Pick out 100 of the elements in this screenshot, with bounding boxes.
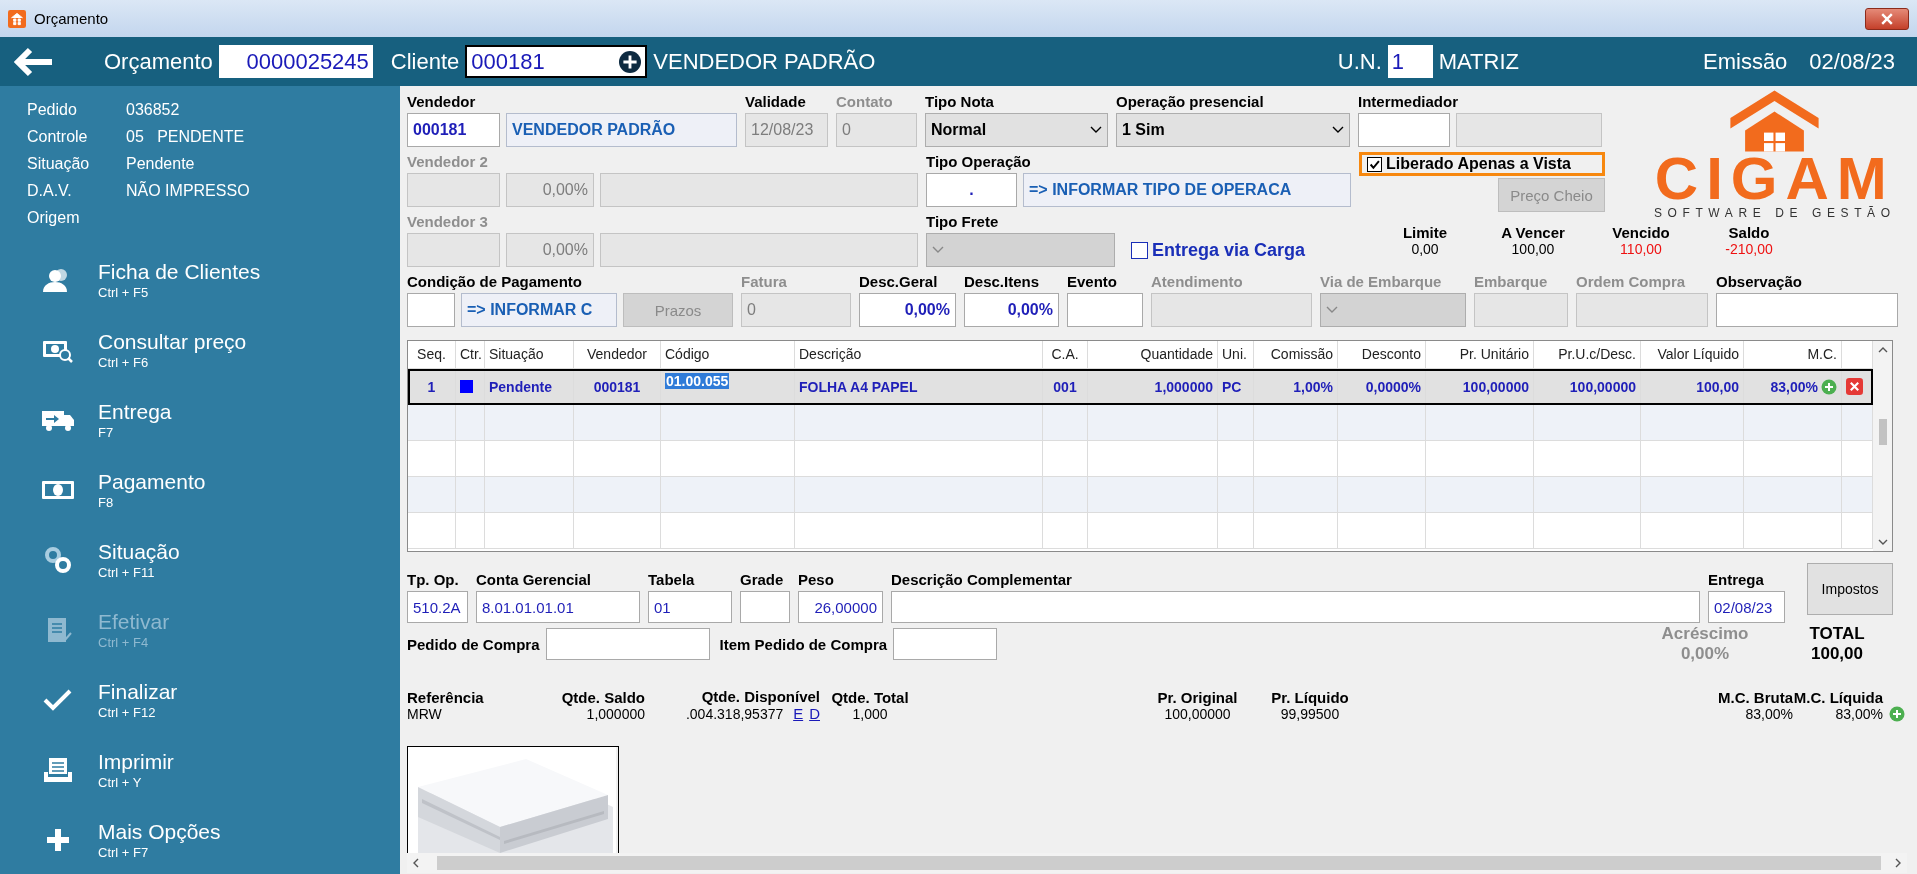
chevron-down-icon: [932, 246, 944, 254]
text-field[interactable]: 02/08/23: [1708, 591, 1785, 623]
text-field[interactable]: [1474, 293, 1568, 327]
add-icon[interactable]: [619, 51, 642, 73]
text-field[interactable]: [407, 293, 455, 327]
table-cell: [1218, 405, 1254, 441]
delete-icon[interactable]: [1846, 378, 1863, 395]
sidebar-item[interactable]: Mais Opções Ctrl + F7: [0, 805, 400, 874]
table-cell: [456, 405, 485, 441]
surcharge-value: 0,00%: [1680, 644, 1730, 664]
sidebar-item[interactable]: Situação Ctrl + F11: [0, 525, 400, 595]
text-field[interactable]: VENDEDOR PADRÃO: [506, 113, 737, 147]
text-field[interactable]: [1067, 293, 1143, 327]
text-field[interactable]: [545, 628, 710, 660]
text-field[interactable]: 1: [1387, 45, 1433, 78]
scroll-up-icon[interactable]: [1877, 347, 1888, 353]
text-field[interactable]: 8.01.01.01.01: [476, 591, 640, 623]
table-cell: [408, 405, 456, 441]
field-label: Vendedor: [407, 92, 477, 112]
field-label: Observação: [1716, 272, 1803, 292]
text-field[interactable]: [891, 591, 1700, 623]
sidebar-item[interactable]: Finalizar Ctrl + F12: [0, 665, 400, 735]
sidebar-item[interactable]: Ficha de Clientes Ctrl + F5: [0, 245, 400, 315]
dropdown[interactable]: [926, 233, 1115, 267]
text-field[interactable]: [893, 628, 998, 660]
link[interactable]: D: [809, 705, 820, 722]
sidebar-item[interactable]: Consultar preço Ctrl + F6: [0, 315, 400, 385]
summary-label: Situação: [27, 154, 91, 173]
table-cell: [408, 477, 456, 513]
sidebar-item[interactable]: Imprimir Ctrl + Y: [0, 735, 400, 805]
text-field[interactable]: 000181: [407, 113, 500, 147]
close-button[interactable]: [1865, 7, 1909, 30]
scroll-thumb[interactable]: [437, 856, 1881, 870]
credit-label: Saldo: [1728, 224, 1770, 241]
credit-value: 100,00: [1511, 241, 1555, 257]
detail-value: .004.318,95377: [685, 706, 784, 722]
taxes-button[interactable]: Impostos: [1807, 563, 1893, 615]
field-label: Orçamento: [104, 48, 213, 75]
detail-label: Referência: [407, 689, 485, 706]
checkbox[interactable]: [1131, 241, 1148, 259]
table-row[interactable]: 1 Pendente 000181 01.00.055 FOLHA A4 PAPEL 001 1,000000 PC 1,00% 0,0000% 100,00000 100,00000 100,00 83,00%: [408, 369, 1873, 405]
chevron-down-icon: [1326, 306, 1338, 314]
field-label: Conta Gerencial: [476, 570, 593, 590]
detail-value: MRW: [407, 706, 442, 722]
text-field[interactable]: [407, 173, 500, 207]
scrollbar[interactable]: [1873, 341, 1892, 551]
field-label: Emissão: [1703, 48, 1788, 75]
app-icon: [8, 9, 26, 28]
text-field[interactable]: 01: [648, 591, 732, 623]
total-label: TOTAL: [1809, 624, 1865, 644]
detail-label: Qtde. Disponível: [700, 688, 820, 705]
text-field[interactable]: .: [926, 173, 1017, 207]
table-cell-text: Pendente: [489, 378, 553, 395]
sidebar-item[interactable]: Entrega F7: [0, 385, 400, 455]
scroll-down-icon[interactable]: [1877, 539, 1888, 545]
credit-value: 0,00: [1411, 241, 1439, 257]
unit-name: MATRIZ: [1438, 48, 1519, 75]
sidebar-item[interactable]: Pagamento F8: [0, 455, 400, 525]
text-field[interactable]: 0,00%: [964, 293, 1059, 327]
field-label: Entrega: [1708, 570, 1765, 590]
text-field[interactable]: [600, 173, 918, 207]
text-field[interactable]: 510.2A: [407, 591, 468, 623]
scroll-right-icon[interactable]: [1895, 858, 1901, 868]
text-field[interactable]: [1456, 113, 1602, 147]
dropdown[interactable]: 1 Sim: [1116, 113, 1350, 147]
link[interactable]: E: [793, 705, 804, 722]
dropdown[interactable]: Normal: [925, 113, 1108, 147]
table-cell-text: 1: [426, 378, 437, 395]
checkbox-label[interactable]: Entrega via Carga: [1152, 239, 1306, 261]
text-field[interactable]: [740, 591, 790, 623]
text-field[interactable]: => INFORMAR C: [461, 293, 617, 327]
text-field[interactable]: [600, 233, 918, 267]
detail-value: 83,00%: [1745, 706, 1793, 722]
text-field[interactable]: 0,00%: [859, 293, 956, 327]
dropdown[interactable]: [1320, 293, 1466, 327]
text-field[interactable]: => INFORMAR TIPO DE OPERACA: [1023, 173, 1351, 207]
scroll-thumb[interactable]: [1878, 419, 1887, 445]
detail-label: Pr. Original: [1156, 689, 1239, 706]
detail-label: Qtde. Saldo: [560, 689, 645, 706]
table-cell: [1043, 405, 1088, 441]
text-field[interactable]: [1358, 113, 1450, 147]
checkbox[interactable]: [1367, 156, 1382, 172]
text-field[interactable]: 26,00000: [798, 591, 883, 623]
checkbox-label[interactable]: Liberado Apenas a Vista: [1386, 155, 1571, 173]
field-label: Operação presencial: [1116, 92, 1265, 112]
text-field[interactable]: 0000025245: [218, 45, 373, 78]
field-label: Intermediador: [1358, 92, 1460, 112]
company-logo: CIGAM SOFTWARE DE GESTÃO: [1632, 88, 1917, 224]
table-cell: [456, 513, 485, 549]
field-label: Tipo Nota: [925, 92, 995, 112]
text-field[interactable]: [407, 233, 500, 267]
text-field[interactable]: [1576, 293, 1708, 327]
table-cell-text: 83,00%: [1769, 378, 1818, 395]
field-label: Cliente: [390, 48, 460, 75]
field-label: Tabela: [648, 570, 696, 590]
text-field[interactable]: 000181: [465, 45, 648, 78]
scroll-left-icon[interactable]: [413, 858, 419, 868]
text-field[interactable]: [1151, 293, 1312, 327]
table-cell: [1043, 477, 1088, 513]
text-field[interactable]: [1716, 293, 1898, 327]
